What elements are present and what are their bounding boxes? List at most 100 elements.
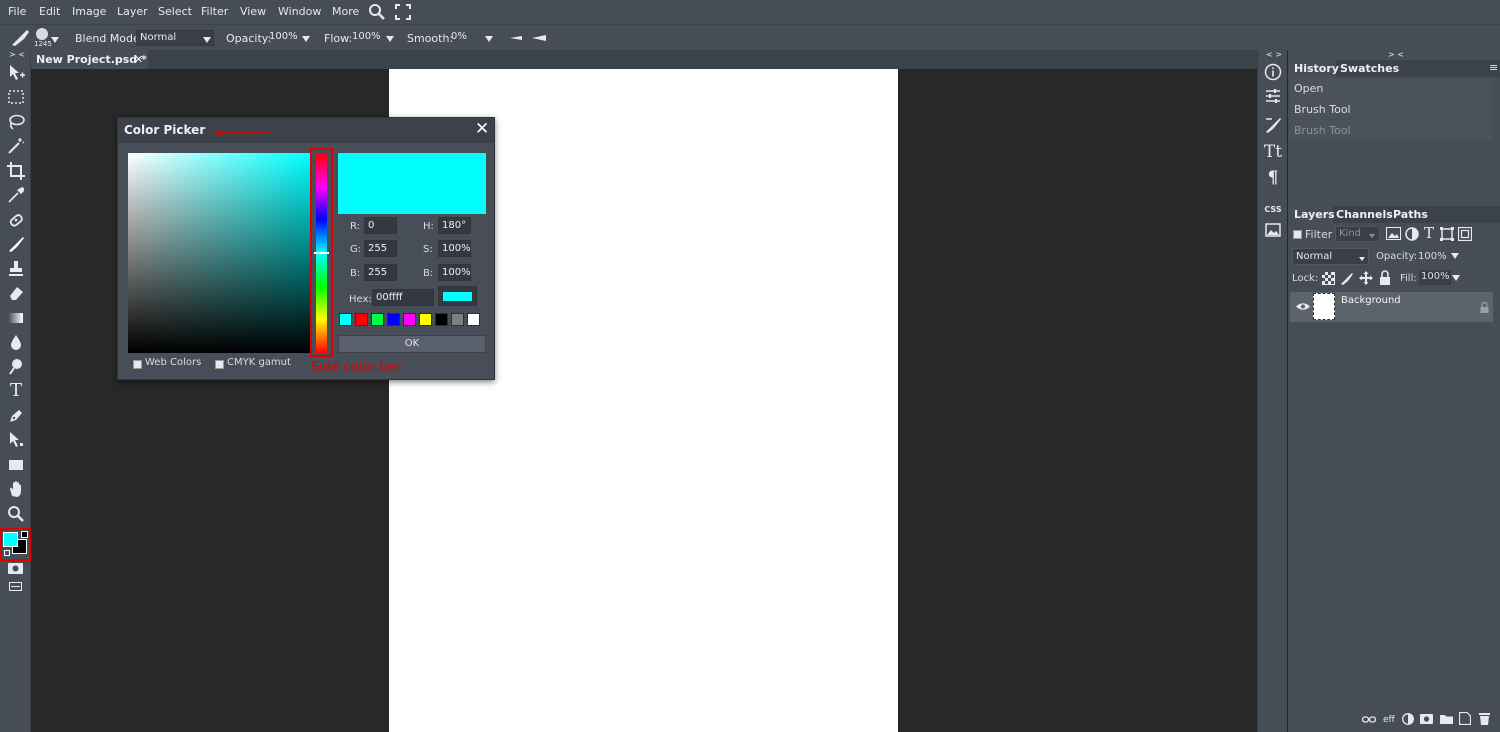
fill-dropdown-icon[interactable]: [1452, 275, 1460, 281]
history-menu-icon[interactable]: ≡: [1489, 61, 1498, 74]
brush-preset-icon[interactable]: [36, 28, 48, 40]
eyedropper-icon[interactable]: [6, 185, 26, 205]
h-input[interactable]: 180°: [438, 217, 471, 234]
menu-view[interactable]: View: [240, 5, 266, 18]
menu-image[interactable]: Image: [72, 5, 106, 18]
zoom-tool-icon[interactable]: [6, 504, 26, 524]
layer-name[interactable]: Background: [1341, 295, 1401, 306]
menu-edit[interactable]: Edit: [39, 5, 60, 18]
filter-type-icon[interactable]: T: [1424, 224, 1434, 242]
flow-input[interactable]: 100%: [349, 30, 381, 46]
r-input[interactable]: 0: [364, 217, 397, 234]
pressure-icon[interactable]: [508, 34, 548, 42]
image-icon[interactable]: [1263, 220, 1283, 240]
menu-filter[interactable]: Filter: [201, 5, 228, 18]
paragraph-icon[interactable]: ¶: [1263, 168, 1283, 188]
dodge-icon[interactable]: [6, 357, 26, 377]
tab-layers[interactable]: Layers: [1294, 208, 1335, 221]
b-input[interactable]: 255: [364, 264, 397, 281]
layer-effects-icon[interactable]: eff: [1383, 715, 1395, 725]
menu-window[interactable]: Window: [278, 5, 321, 18]
tab-swatches[interactable]: Swatches: [1340, 62, 1399, 75]
ok-button[interactable]: OK: [338, 335, 486, 353]
smooth-input[interactable]: 0%: [448, 30, 480, 46]
hand-tool-icon[interactable]: [6, 479, 26, 499]
panel-collapse[interactable]: > <: [1388, 50, 1404, 59]
close-tab-icon[interactable]: ✕: [134, 53, 143, 66]
css-icon[interactable]: CSS: [1263, 200, 1283, 220]
swatch-gray[interactable]: [451, 313, 464, 326]
blur-icon[interactable]: [6, 332, 26, 352]
visibility-eye-icon[interactable]: [1296, 302, 1310, 311]
path-select-icon[interactable]: [6, 430, 26, 450]
history-item[interactable]: Open: [1290, 78, 1492, 98]
info-icon[interactable]: [1263, 62, 1283, 82]
web-colors-checkbox[interactable]: [133, 360, 142, 369]
filter-smart-object-icon[interactable]: [1458, 227, 1472, 241]
new-adjustment-layer-icon[interactable]: [1402, 713, 1414, 725]
lock-pixels-icon[interactable]: [1340, 271, 1354, 285]
menu-more[interactable]: More: [332, 5, 359, 18]
marquee-tool-icon[interactable]: [6, 87, 26, 107]
filter-shape-icon[interactable]: [1440, 227, 1454, 241]
color-picker-titlebar[interactable]: Color Picker ✕: [118, 118, 494, 143]
icon-strip-collapse[interactable]: < >: [1266, 50, 1282, 59]
layer-blend-select[interactable]: Normal: [1292, 248, 1369, 265]
swatch-green[interactable]: [371, 313, 384, 326]
flow-dropdown-icon[interactable]: [386, 36, 394, 42]
new-group-icon[interactable]: [1440, 714, 1453, 724]
healing-brush-icon[interactable]: [6, 210, 26, 230]
filter-adjustment-icon[interactable]: [1405, 227, 1419, 241]
swatch-magenta[interactable]: [403, 313, 416, 326]
link-layers-icon[interactable]: [1362, 715, 1376, 724]
filter-pixel-icon[interactable]: [1386, 227, 1402, 241]
menu-select[interactable]: Select: [158, 5, 192, 18]
menu-file[interactable]: File: [8, 5, 26, 18]
brightness-input[interactable]: 100%: [438, 264, 471, 281]
crop-tool-icon[interactable]: [6, 161, 26, 181]
hue-slider-handle[interactable]: [314, 252, 329, 254]
hex-input[interactable]: 00ffff: [372, 289, 434, 306]
character-icon[interactable]: Tt: [1263, 142, 1283, 162]
eraser-icon[interactable]: [6, 283, 26, 303]
gradient-icon[interactable]: [6, 308, 26, 328]
lock-all-icon[interactable]: [1379, 270, 1391, 285]
fill-input[interactable]: 100%: [1419, 270, 1451, 285]
swap-colors-icon[interactable]: [21, 531, 28, 538]
rectangle-tool-icon[interactable]: [6, 455, 26, 475]
filter-checkbox[interactable]: [1293, 230, 1302, 239]
swatch-cyan[interactable]: [339, 313, 352, 326]
current-color-chip-frame[interactable]: [438, 286, 477, 306]
document-tab[interactable]: New Project.psd * ✕: [31, 50, 148, 69]
adjustments-icon[interactable]: [1263, 86, 1283, 106]
history-item[interactable]: Brush Tool: [1290, 120, 1492, 140]
toolbar-collapse[interactable]: > <: [9, 50, 25, 59]
quick-mask-icon[interactable]: [8, 563, 24, 575]
search-icon[interactable]: [368, 3, 386, 21]
cmyk-gamut-checkbox[interactable]: [215, 360, 224, 369]
swatch-yellow[interactable]: [419, 313, 432, 326]
lock-transparency-icon[interactable]: [1322, 272, 1335, 285]
history-item[interactable]: Brush Tool: [1290, 99, 1492, 119]
lasso-tool-icon[interactable]: [6, 112, 26, 132]
swatch-blue[interactable]: [387, 313, 400, 326]
swatch-red[interactable]: [355, 313, 368, 326]
saturation-value-field[interactable]: [128, 153, 310, 353]
brush-preset-dropdown-icon[interactable]: [51, 37, 59, 43]
tab-paths[interactable]: Paths: [1393, 208, 1428, 221]
swatch-white[interactable]: [467, 313, 480, 326]
opacity-dropdown-icon[interactable]: [302, 36, 310, 42]
stamp-tool-icon[interactable]: [6, 259, 26, 279]
smooth-dropdown-icon[interactable]: [485, 36, 493, 42]
fullscreen-icon[interactable]: [395, 4, 411, 20]
swatch-black[interactable]: [435, 313, 448, 326]
magic-wand-icon[interactable]: [6, 136, 26, 156]
menu-layer[interactable]: Layer: [117, 5, 148, 18]
new-layer-icon[interactable]: [1459, 712, 1471, 725]
move-tool-icon[interactable]: [6, 63, 26, 83]
add-mask-icon[interactable]: [1420, 714, 1433, 724]
opacity-input[interactable]: 100%: [266, 30, 298, 46]
g-input[interactable]: 255: [364, 240, 397, 257]
s-input[interactable]: 100%: [438, 240, 471, 257]
lock-position-icon[interactable]: [1359, 271, 1373, 285]
